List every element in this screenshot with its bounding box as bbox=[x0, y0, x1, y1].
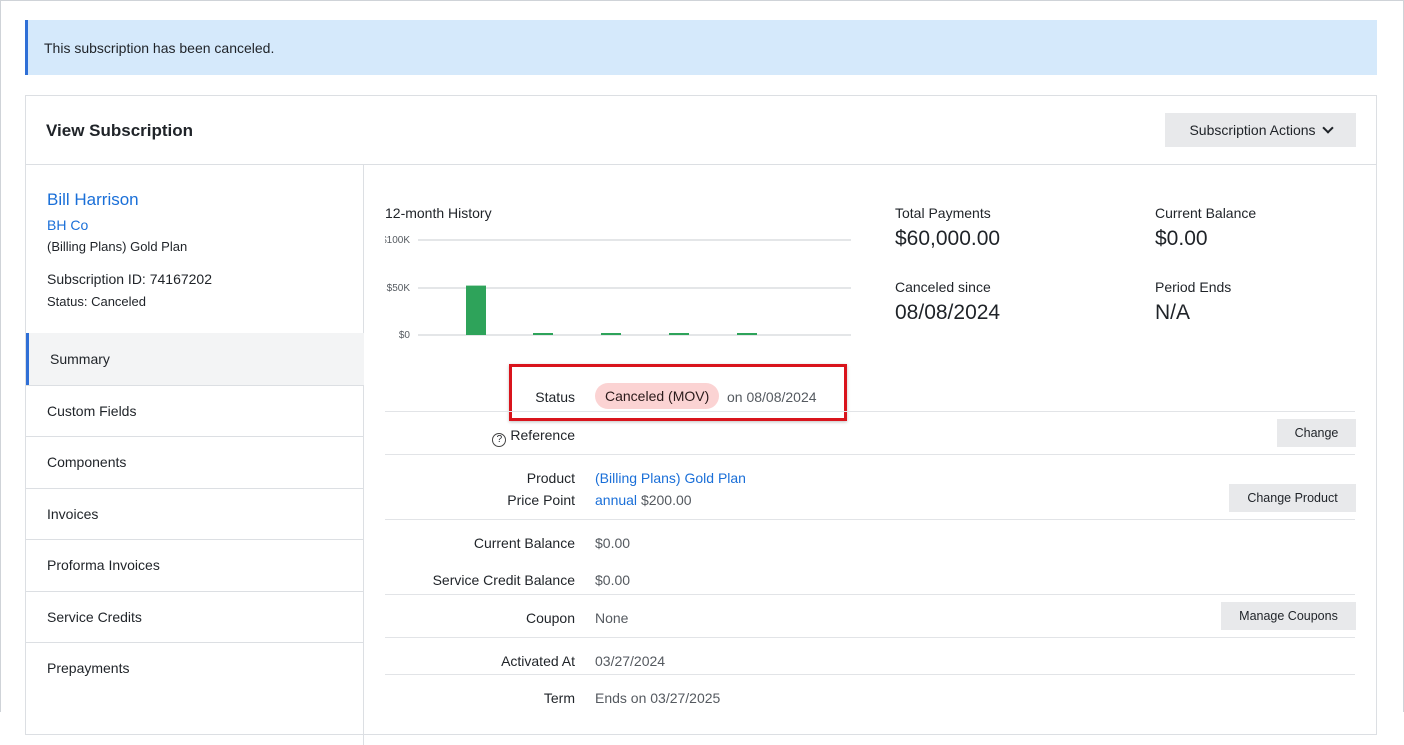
current-balance-label: Current Balance bbox=[473, 535, 575, 551]
y-tick-100k: $100K bbox=[385, 235, 410, 246]
sidebar-item-components[interactable]: Components bbox=[26, 436, 364, 488]
price-point-value: annual $200.00 bbox=[595, 492, 692, 508]
page-title: View Subscription bbox=[46, 121, 194, 140]
price-point-label: Price Point bbox=[507, 492, 575, 508]
change-product-button[interactable]: Change Product bbox=[1229, 484, 1356, 512]
period-ends-label: Period Ends bbox=[1155, 279, 1232, 295]
history-title: 12-month History bbox=[385, 205, 492, 221]
subscription-actions-label: Subscription Actions bbox=[1189, 122, 1316, 138]
sidebar: Bill Harrison BH Co (Billing Plans) Gold… bbox=[26, 165, 364, 745]
canceled-notice: This subscription has been canceled. bbox=[25, 20, 1377, 75]
coupon-value: None bbox=[595, 610, 629, 626]
price-point-amount: $200.00 bbox=[640, 492, 692, 508]
subscription-status: Status: Canceled bbox=[47, 294, 147, 309]
history-bar-3 bbox=[601, 333, 621, 335]
term-label: Term bbox=[543, 690, 575, 706]
history-bar-2 bbox=[533, 333, 553, 335]
subscription-id: Subscription ID: 74167202 bbox=[47, 271, 212, 287]
reference-label-text: Reference bbox=[510, 427, 575, 443]
divider bbox=[385, 519, 1355, 520]
subscription-actions-button[interactable]: Subscription Actions bbox=[1165, 113, 1356, 147]
chevron-down-icon bbox=[1321, 122, 1334, 134]
divider bbox=[385, 594, 1355, 595]
y-tick-50k: $50K bbox=[387, 283, 411, 294]
help-icon[interactable]: ? bbox=[492, 432, 507, 447]
period-ends-value: N/A bbox=[1155, 301, 1191, 324]
price-point-link[interactable]: annual bbox=[595, 492, 637, 508]
customer-organization-link[interactable]: BH Co bbox=[47, 217, 88, 233]
status-highlight-box bbox=[509, 364, 847, 421]
coupon-label: Coupon bbox=[525, 610, 575, 626]
sidebar-item-prepayments[interactable]: Prepayments bbox=[26, 642, 364, 694]
activated-value: 03/27/2024 bbox=[595, 653, 666, 669]
manage-coupons-button[interactable]: Manage Coupons bbox=[1221, 602, 1356, 630]
customer-plan: (Billing Plans) Gold Plan bbox=[47, 239, 188, 254]
divider bbox=[385, 411, 1355, 412]
current-balance-stat-value: $0.00 bbox=[1155, 227, 1208, 250]
sidebar-item-service-credits[interactable]: Service Credits bbox=[26, 590, 364, 643]
sidebar-nav: Summary Custom Fields Components Invoice… bbox=[26, 333, 364, 694]
current-balance-stat-label: Current Balance bbox=[1155, 205, 1257, 221]
history-bar-1 bbox=[466, 285, 486, 335]
sidebar-item-proforma-invoices[interactable]: Proforma Invoices bbox=[26, 539, 364, 591]
canceled-since-label: Canceled since bbox=[895, 279, 991, 295]
product-link[interactable]: (Billing Plans) Gold Plan bbox=[595, 470, 746, 486]
total-payments-value: $60,000.00 bbox=[895, 227, 1001, 250]
subscription-card: View Subscription Subscription Actions B… bbox=[25, 95, 1377, 745]
customer-name-link[interactable]: Bill Harrison bbox=[47, 190, 139, 210]
service-credit-value: $0.00 bbox=[595, 572, 631, 588]
total-payments-label: Total Payments bbox=[895, 205, 991, 221]
divider bbox=[385, 674, 1355, 675]
history-chart: $100K $50K $0 bbox=[385, 235, 851, 341]
divider bbox=[385, 637, 1355, 638]
sidebar-item-custom-fields[interactable]: Custom Fields bbox=[26, 384, 364, 437]
activated-label: Activated At bbox=[501, 653, 575, 669]
y-tick-0: $0 bbox=[399, 330, 411, 341]
product-label: Product bbox=[526, 470, 575, 486]
notice-text: This subscription has been canceled. bbox=[44, 39, 275, 56]
main-content: 12-month History $100K $50K $0 Total Pay… bbox=[364, 165, 1377, 745]
history-bar-4 bbox=[669, 333, 689, 335]
reference-label: ? Reference bbox=[492, 427, 575, 447]
current-balance-value: $0.00 bbox=[595, 535, 631, 551]
history-bar-5 bbox=[737, 333, 757, 335]
canceled-since-value: 08/08/2024 bbox=[895, 301, 1001, 324]
change-reference-button[interactable]: Change bbox=[1277, 419, 1356, 447]
card-header: View Subscription Subscription Actions bbox=[26, 96, 1376, 165]
term-value: Ends on 03/27/2025 bbox=[595, 690, 721, 706]
divider bbox=[385, 454, 1355, 455]
service-credit-label: Service Credit Balance bbox=[432, 572, 575, 588]
sidebar-item-invoices[interactable]: Invoices bbox=[26, 487, 364, 540]
sidebar-item-summary[interactable]: Summary bbox=[26, 333, 364, 385]
